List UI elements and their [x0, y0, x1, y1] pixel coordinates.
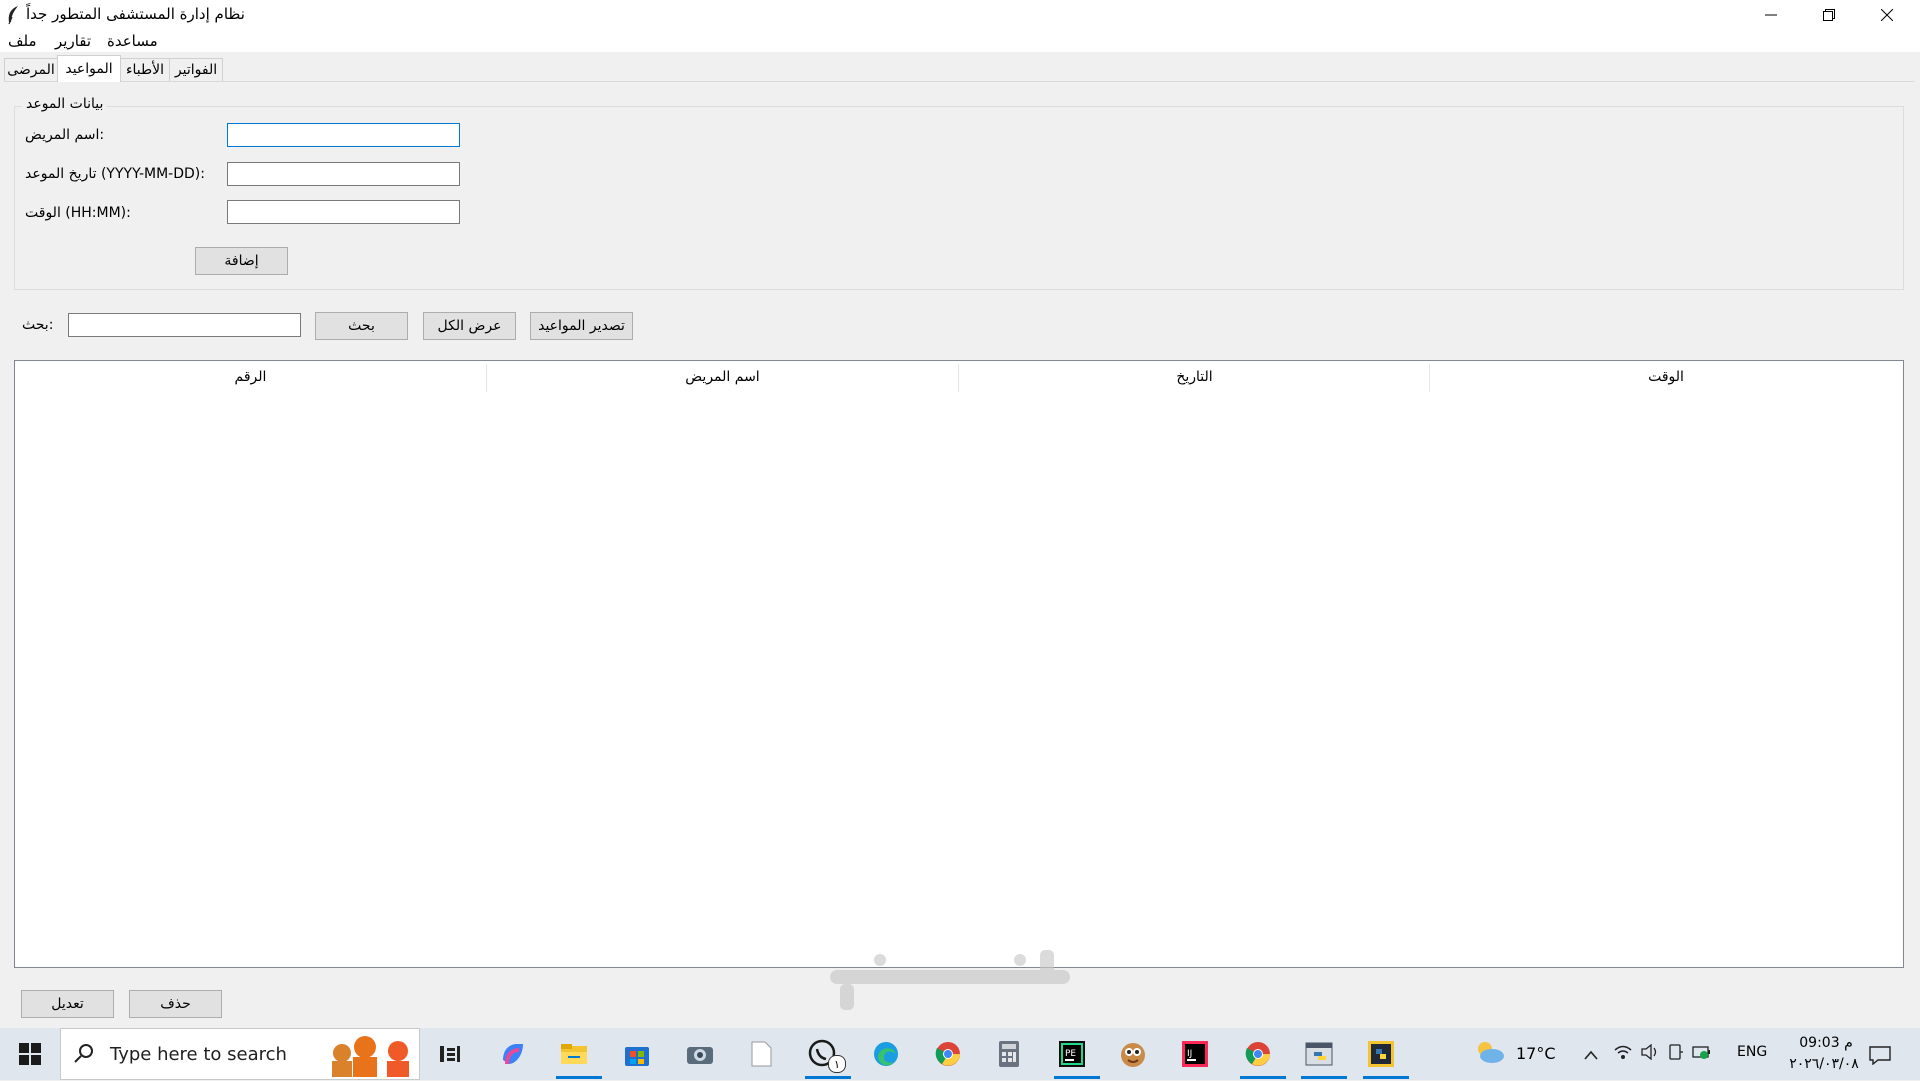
chevron-up-icon[interactable] [1584, 1046, 1598, 1064]
search-highlight-illustration-icon [320, 1031, 416, 1081]
volume-icon[interactable] [1641, 1043, 1659, 1064]
python-tk-window-icon[interactable] [1301, 1036, 1337, 1072]
search-button[interactable]: بحث [315, 312, 408, 340]
patient-name-label: اسم المريض: [25, 127, 105, 143]
svg-text:PE: PE [1065, 1049, 1076, 1059]
close-button[interactable] [1858, 0, 1916, 30]
clock-date[interactable]: ٢٠٢٦/٠٣/٠٨ [1776, 1056, 1872, 1072]
running-indicator [805, 1076, 851, 1079]
chrome-profile-icon[interactable] [1240, 1036, 1276, 1072]
appointment-group-title: بيانات الموعد [22, 96, 108, 112]
file-explorer-icon[interactable] [556, 1036, 592, 1072]
running-indicator [556, 1076, 602, 1079]
feather-app-icon [6, 5, 20, 25]
menu-bar [0, 30, 1920, 52]
python-app-icon[interactable] [1363, 1036, 1399, 1072]
appointment-date-input[interactable] [227, 162, 460, 186]
windows-start-icon[interactable] [12, 1036, 48, 1072]
tab-appointments[interactable]: المواعيد [57, 55, 121, 82]
chrome-icon[interactable] [930, 1036, 966, 1072]
game-app-icon[interactable] [1115, 1036, 1151, 1072]
column-header-id[interactable]: الرقم [15, 363, 486, 391]
pycharm-edu-icon[interactable]: PE [1054, 1036, 1090, 1072]
minimize-button[interactable] [1742, 0, 1800, 30]
running-indicator [1054, 1076, 1100, 1079]
microsoft-store-icon[interactable] [619, 1036, 655, 1072]
search-icon [74, 1043, 94, 1067]
window-title: نظام إدارة المستشفى المتطور جداً [26, 5, 245, 23]
running-indicator [1301, 1076, 1347, 1079]
delete-button[interactable]: حذف [129, 990, 222, 1018]
show-all-button[interactable]: عرض الكل [423, 312, 516, 340]
battery-icon[interactable] [1692, 1044, 1712, 1064]
search-input[interactable] [68, 313, 301, 337]
patient-name-input[interactable] [227, 123, 460, 147]
device-icon[interactable] [1668, 1044, 1684, 1064]
whatsapp-notification-badge: ١ [828, 1055, 846, 1073]
weather-cloud-icon[interactable] [1474, 1039, 1506, 1069]
watermark-logo [820, 940, 1080, 1035]
title-bar [0, 0, 1920, 30]
wifi-icon[interactable] [1614, 1044, 1632, 1064]
edit-button[interactable]: تعديل [21, 990, 114, 1018]
restore-button[interactable] [1800, 0, 1858, 30]
weather-temperature[interactable]: 17°C [1516, 1044, 1556, 1063]
tab-invoices[interactable]: الفواتير [169, 58, 223, 81]
running-indicator [1240, 1076, 1286, 1079]
clock-time[interactable]: 09:03 م [1780, 1035, 1872, 1051]
taskbar-search-placeholder: Type here to search [110, 1044, 287, 1065]
calculator-icon[interactable] [991, 1036, 1027, 1072]
notepad-file-icon[interactable] [743, 1036, 779, 1072]
appointments-table[interactable] [14, 360, 1904, 968]
search-label: بحث: [22, 317, 54, 333]
menu-reports[interactable]: تقارير [55, 32, 91, 50]
appointment-time-label: الوقت (HH:MM): [25, 205, 131, 221]
tab-doctors[interactable]: الأطباء [120, 58, 170, 81]
appointment-time-input[interactable] [227, 200, 460, 224]
notification-center-icon[interactable] [1868, 1045, 1892, 1069]
camera-icon[interactable] [682, 1036, 718, 1072]
svg-text:IJ: IJ [1187, 1049, 1192, 1059]
copilot-icon[interactable] [495, 1036, 531, 1072]
column-header-time[interactable]: الوقت [1430, 363, 1902, 391]
intellij-idea-icon[interactable]: IJ [1177, 1036, 1213, 1072]
add-button[interactable]: إضافة [195, 247, 288, 275]
running-indicator [1363, 1076, 1409, 1079]
menu-help[interactable]: مساعدة [107, 32, 158, 50]
tab-patients[interactable]: المرضى [4, 58, 58, 81]
column-header-date[interactable]: التاريخ [959, 363, 1430, 391]
task-view-icon[interactable] [432, 1036, 468, 1072]
menu-file[interactable]: ملف [8, 32, 37, 50]
column-header-patient-name[interactable]: اسم المريض [487, 363, 958, 391]
language-indicator[interactable]: ENG [1737, 1044, 1767, 1060]
edge-browser-icon[interactable] [868, 1036, 904, 1072]
appointment-date-label: تاريخ الموعد (YYYY-MM-DD): [25, 166, 205, 182]
export-appointments-button[interactable]: تصدير المواعيد [530, 312, 633, 340]
